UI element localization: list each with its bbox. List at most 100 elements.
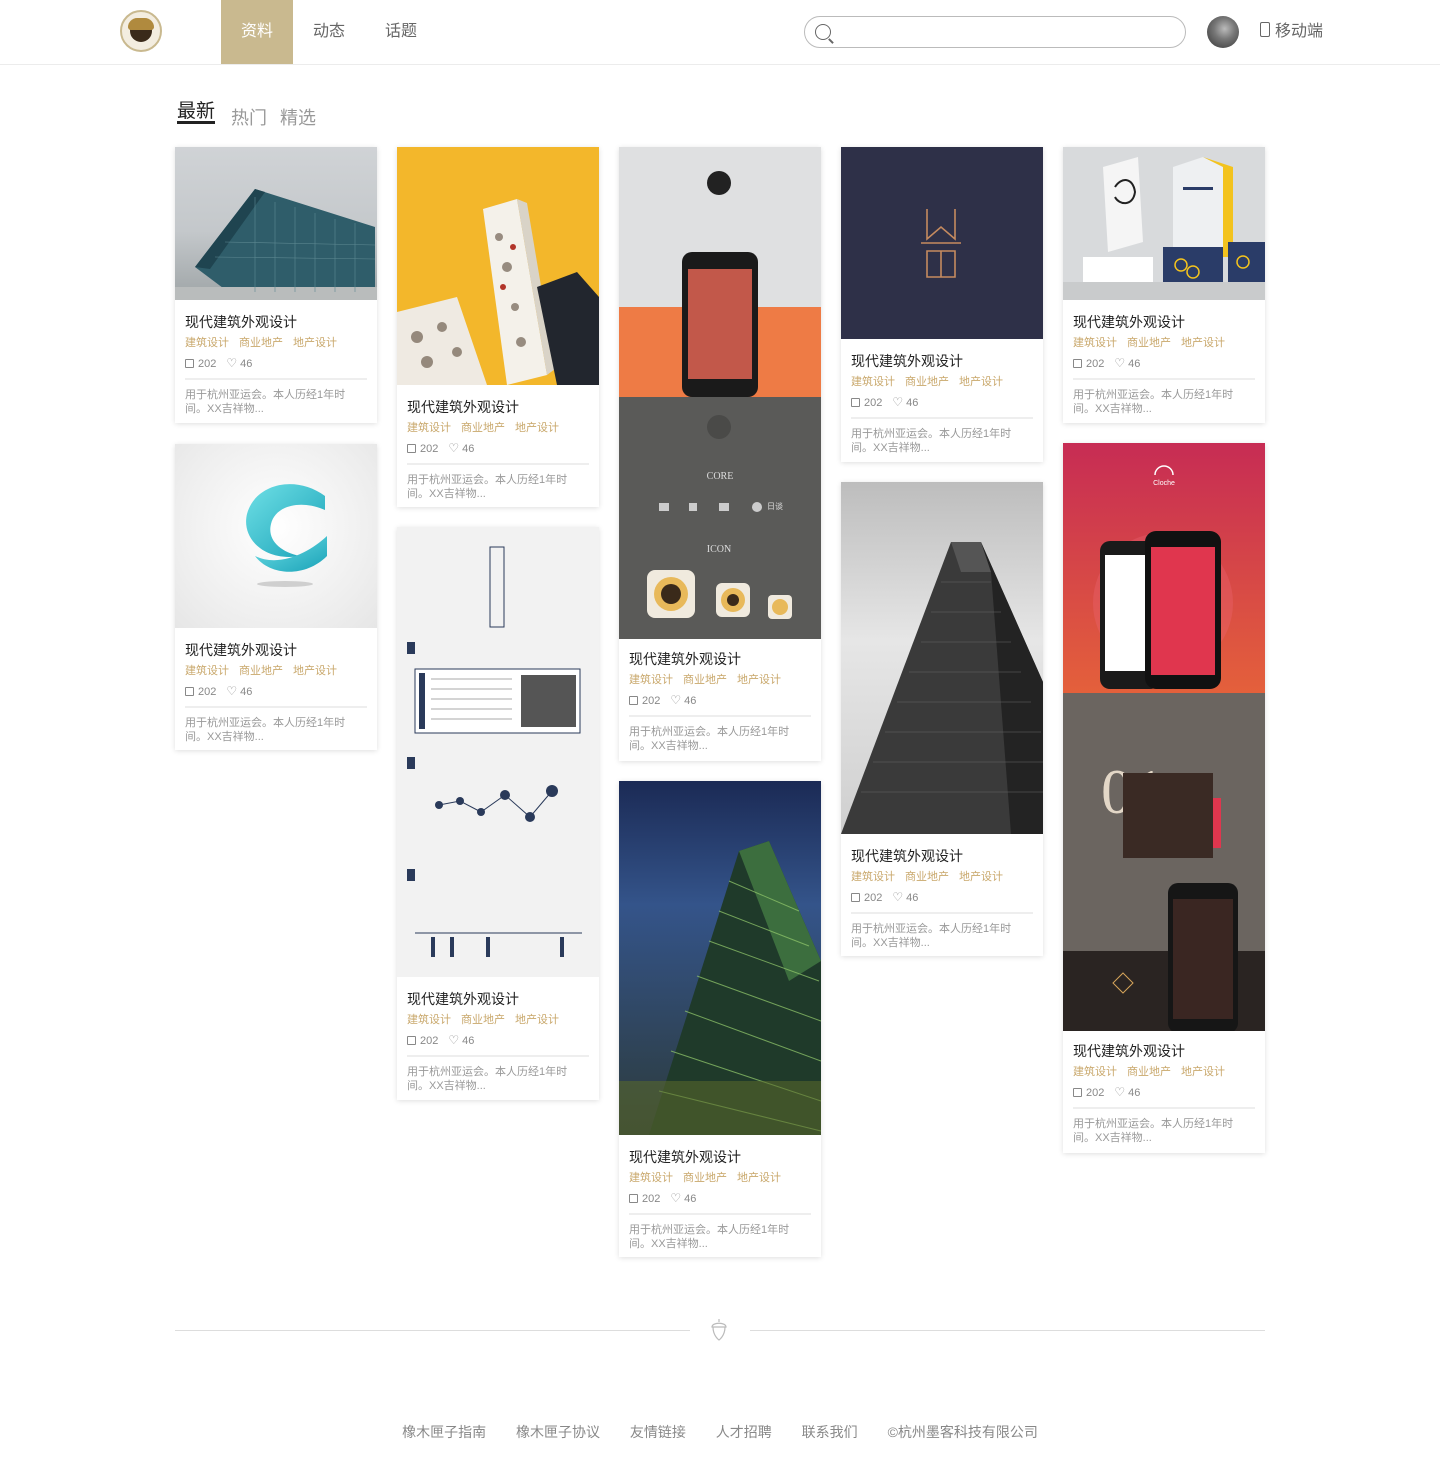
card-image[interactable] (397, 527, 599, 977)
footer-link-guide[interactable]: 橡木匣子指南 (402, 1424, 486, 1440)
tag-link[interactable]: 地产设计 (737, 1172, 781, 1184)
work-card[interactable]: 现代建筑外观设计 建筑设计 商业地产 地产设计 202 ♡ 46 用于杭州亚运会。本人历… (397, 147, 599, 507)
nav-item-dynamics[interactable]: 动态 (293, 0, 365, 64)
tab-hot[interactable]: 热门 (231, 104, 267, 130)
card-title[interactable]: 现代建筑外观设计 (629, 649, 811, 669)
footer-link-friends[interactable]: 友情链接 (630, 1424, 686, 1440)
work-card[interactable]: 现代建筑外观设计 建筑设计 商业地产 地产设计 202 ♡ 46 用于杭州亚运会。本人历… (175, 444, 377, 750)
nav-item-topics[interactable]: 话题 (365, 0, 437, 64)
tag-link[interactable]: 商业地产 (461, 1014, 505, 1026)
card-body: 现代建筑外观设计 建筑设计 商业地产 地产设计 202 ♡ 46 用于杭州亚运会。本人历… (1073, 312, 1255, 416)
user-avatar[interactable] (1207, 16, 1239, 48)
tab-featured[interactable]: 精选 (280, 104, 316, 130)
work-card[interactable]: CORE ICON 日谈 现代建筑外观设计 建筑设计 商业地产 地产设计 202 ♡ 4… (619, 147, 821, 761)
card-image[interactable] (619, 781, 821, 1135)
tag-link[interactable]: 地产设计 (515, 422, 559, 434)
thumbs-up-icon[interactable] (1073, 359, 1082, 368)
thumbs-up-icon[interactable] (185, 359, 194, 368)
thumbs-up-icon[interactable] (629, 696, 638, 705)
thumbs-up-icon[interactable] (407, 1036, 416, 1045)
tag-link[interactable]: 建筑设计 (185, 337, 229, 349)
tag-link[interactable]: 建筑设计 (851, 376, 895, 388)
card-image[interactable] (175, 444, 377, 628)
tag-link[interactable]: 商业地产 (683, 1172, 727, 1184)
acorn-icon (711, 1319, 727, 1341)
thumbs-up-icon[interactable] (407, 444, 416, 453)
tag-link[interactable]: 地产设计 (959, 871, 1003, 883)
tag-link[interactable]: 建筑设计 (851, 871, 895, 883)
heart-icon[interactable]: ♡ (226, 683, 237, 699)
tag-link[interactable]: 商业地产 (905, 376, 949, 388)
mobile-link[interactable]: 移动端 (1260, 22, 1323, 42)
card-title[interactable]: 现代建筑外观设计 (629, 1147, 811, 1167)
work-card[interactable]: 现代建筑外观设计 建筑设计 商业地产 地产设计 202 ♡ 46 用于杭州亚运会。本人历… (1063, 147, 1265, 423)
card-image[interactable]: Cloche 01 (1063, 443, 1265, 1031)
heart-icon[interactable]: ♡ (448, 1032, 459, 1048)
tag-link[interactable]: 地产设计 (1181, 337, 1225, 349)
search-input[interactable] (839, 21, 1173, 45)
card-title[interactable]: 现代建筑外观设计 (851, 351, 1033, 371)
tag-link[interactable]: 建筑设计 (1073, 1066, 1117, 1078)
footer-link-contact[interactable]: 联系我们 (802, 1424, 858, 1440)
thumbs-up-icon[interactable] (185, 687, 194, 696)
work-card[interactable]: 现代建筑外观设计 建筑设计 商业地产 地产设计 202 ♡ 46 用于杭州亚运会。本人历… (841, 147, 1043, 462)
card-title[interactable]: 现代建筑外观设计 (407, 989, 589, 1009)
tag-link[interactable]: 地产设计 (293, 337, 337, 349)
work-card[interactable]: 现代建筑外观设计 建筑设计 商业地产 地产设计 202 ♡ 46 用于杭州亚运会。本人历… (397, 527, 599, 1100)
like-count: 202 (864, 397, 883, 409)
card-title[interactable]: 现代建筑外观设计 (1073, 312, 1255, 332)
card-image[interactable] (397, 147, 599, 385)
heart-icon[interactable]: ♡ (448, 440, 459, 456)
nav-item-materials[interactable]: 资料 (221, 0, 293, 64)
heart-icon[interactable]: ♡ (1114, 355, 1125, 371)
tag-link[interactable]: 建筑设计 (1073, 337, 1117, 349)
thumbs-up-icon[interactable] (851, 398, 860, 407)
tag-link[interactable]: 商业地产 (1127, 337, 1171, 349)
heart-icon[interactable]: ♡ (226, 355, 237, 371)
card-title[interactable]: 现代建筑外观设计 (185, 312, 367, 332)
heart-icon[interactable]: ♡ (892, 889, 903, 905)
heart-icon[interactable]: ♡ (892, 394, 903, 410)
thumbs-up-icon[interactable] (1073, 1088, 1082, 1097)
tag-link[interactable]: 建筑设计 (407, 422, 451, 434)
work-card[interactable]: 现代建筑外观设计 建筑设计 商业地产 地产设计 202 ♡ 46 用于杭州亚运会。本人历… (175, 147, 377, 423)
tag-link[interactable]: 商业地产 (683, 674, 727, 686)
tag-link[interactable]: 商业地产 (905, 871, 949, 883)
tag-link[interactable]: 商业地产 (239, 665, 283, 677)
work-card[interactable]: Cloche 01 现代建筑外观设计 建筑设计商业地产地产设计 202 ♡46 用… (1063, 443, 1265, 1153)
heart-icon[interactable]: ♡ (670, 692, 681, 708)
card-title[interactable]: 现代建筑外观设计 (1073, 1041, 1255, 1061)
card-title[interactable]: 现代建筑外观设计 (407, 397, 589, 417)
footer-link-agreement[interactable]: 橡木匣子协议 (516, 1424, 600, 1440)
tag-link[interactable]: 建筑设计 (185, 665, 229, 677)
card-title[interactable]: 现代建筑外观设计 (185, 640, 367, 660)
card-image[interactable] (1063, 147, 1265, 300)
search-box[interactable] (804, 16, 1186, 48)
tag-link[interactable]: 地产设计 (293, 665, 337, 677)
heart-icon[interactable]: ♡ (1114, 1084, 1125, 1100)
tag-link[interactable]: 建筑设计 (629, 674, 673, 686)
tag-link[interactable]: 地产设计 (515, 1014, 559, 1026)
card-image[interactable]: CORE ICON 日谈 (619, 147, 821, 639)
acorn-logo-icon[interactable] (120, 10, 162, 52)
footer-link-jobs[interactable]: 人才招聘 (716, 1424, 772, 1440)
tag-link[interactable]: 建筑设计 (407, 1014, 451, 1026)
tag-link[interactable]: 商业地产 (1127, 1066, 1171, 1078)
card-image[interactable] (841, 147, 1043, 339)
tag-link[interactable]: 地产设计 (1181, 1066, 1225, 1078)
work-card[interactable]: 现代建筑外观设计 建筑设计 商业地产 地产设计 202 ♡ 46 用于杭州亚运会。本人历… (841, 482, 1043, 956)
tag-link[interactable]: 地产设计 (959, 376, 1003, 388)
card-image[interactable] (175, 147, 377, 300)
heart-icon[interactable]: ♡ (670, 1190, 681, 1206)
tag-link[interactable]: 商业地产 (461, 422, 505, 434)
tag-link[interactable]: 建筑设计 (629, 1172, 673, 1184)
work-card[interactable]: 现代建筑外观设计 建筑设计 商业地产 地产设计 202 ♡ 46 用于杭州亚运会。本人历… (619, 781, 821, 1257)
card-title[interactable]: 现代建筑外观设计 (851, 846, 1033, 866)
thumbs-up-icon[interactable] (629, 1194, 638, 1203)
thumbs-up-icon[interactable] (851, 893, 860, 902)
tag-link[interactable]: 地产设计 (737, 674, 781, 686)
tag-link[interactable]: 商业地产 (239, 337, 283, 349)
card-image[interactable] (841, 482, 1043, 834)
search-icon[interactable] (815, 24, 831, 40)
tab-latest[interactable]: 最新 (177, 96, 215, 123)
